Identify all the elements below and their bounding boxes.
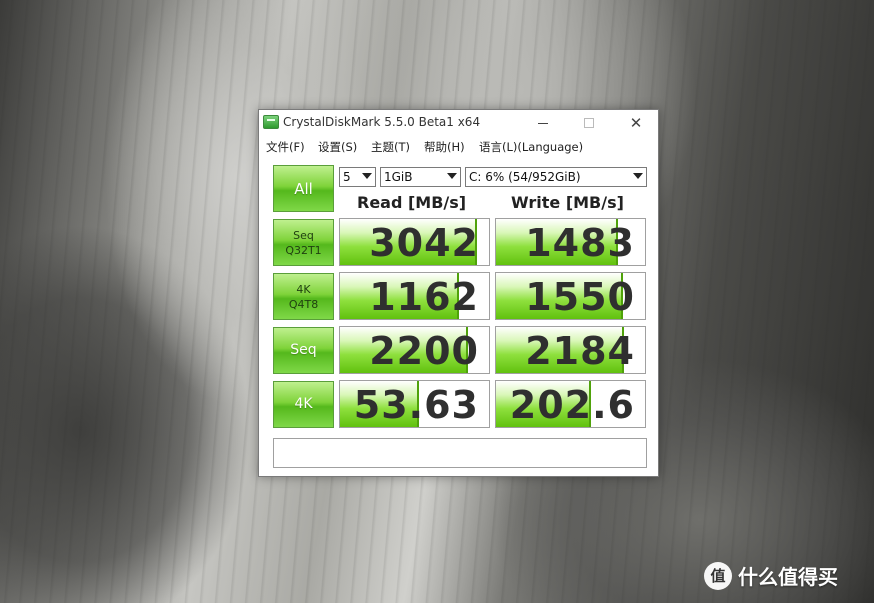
read-value: 3042	[369, 221, 479, 265]
close-button[interactable]: ✕	[613, 110, 659, 136]
chevron-down-icon	[362, 173, 372, 179]
test-count-value: 5	[343, 170, 351, 184]
watermark-badge-icon: 值	[704, 561, 732, 590]
read-column-header: Read [MB/s]	[357, 193, 467, 212]
read-value: 2200	[369, 329, 479, 373]
seq-q32t1-button[interactable]: Seq Q32T1	[273, 219, 334, 266]
menu-help[interactable]: 帮助(H)	[424, 139, 465, 155]
watermark: 值 什么值得买	[704, 561, 838, 590]
4k-q4t8-button[interactable]: 4K Q4T8	[273, 273, 334, 320]
test-size-value: 1GiB	[384, 170, 413, 184]
drive-select[interactable]: C: 6% (54/952GiB)	[465, 167, 647, 187]
maximize-icon	[584, 118, 594, 128]
write-value: 202.6	[509, 383, 635, 427]
test-label-line1: Seq	[290, 342, 317, 358]
menu-bar: 文件(F) 设置(S) 主题(T) 帮助(H) 语言(L)(Language)	[259, 136, 658, 156]
4k-q4t8-write-result: 1550	[495, 272, 646, 320]
comment-field[interactable]	[273, 438, 647, 468]
drive-value: C: 6% (54/952GiB)	[469, 170, 581, 184]
test-label-line2: Q32T1	[285, 243, 322, 257]
minimize-icon	[538, 122, 548, 124]
crystaldiskmark-window: CrystalDiskMark 5.5.0 Beta1 x64 ✕ 文件(F) …	[258, 109, 659, 477]
window-title: CrystalDiskMark 5.5.0 Beta1 x64	[283, 115, 481, 129]
4k-q4t8-read-result: 1162	[339, 272, 490, 320]
maximize-button[interactable]	[566, 110, 612, 136]
test-count-select[interactable]: 5	[339, 167, 376, 187]
read-value: 53.63	[353, 383, 479, 427]
test-size-select[interactable]: 1GiB	[380, 167, 461, 187]
app-icon	[263, 115, 279, 129]
all-button[interactable]: All	[273, 165, 334, 212]
menu-file[interactable]: 文件(F)	[266, 139, 305, 155]
write-value: 1483	[525, 221, 635, 265]
menu-settings[interactable]: 设置(S)	[318, 139, 357, 155]
seq-q32t1-write-result: 1483	[495, 218, 646, 266]
seq-read-result: 2200	[339, 326, 490, 374]
4k-read-result: 53.63	[339, 380, 490, 428]
seq-q32t1-read-result: 3042	[339, 218, 490, 266]
test-label-line1: 4K	[296, 282, 311, 296]
menu-language[interactable]: 语言(L)(Language)	[479, 139, 583, 155]
read-value: 1162	[369, 275, 479, 319]
write-column-header: Write [MB/s]	[511, 193, 624, 212]
minimize-button[interactable]	[520, 110, 566, 136]
test-label-line2: Q4T8	[288, 297, 319, 311]
write-value: 1550	[525, 275, 635, 319]
seq-write-result: 2184	[495, 326, 646, 374]
watermark-text: 什么值得买	[738, 565, 838, 589]
4k-write-result: 202.6	[495, 380, 646, 428]
chevron-down-icon	[633, 173, 643, 179]
test-label-line1: 4K	[294, 396, 313, 412]
4k-button[interactable]: 4K	[273, 381, 334, 428]
test-label-line1: Seq	[293, 228, 314, 242]
title-bar[interactable]: CrystalDiskMark 5.5.0 Beta1 x64 ✕	[259, 110, 658, 136]
close-icon: ✕	[629, 113, 643, 132]
write-value: 2184	[525, 329, 635, 373]
seq-button[interactable]: Seq	[273, 327, 334, 374]
menu-theme[interactable]: 主题(T)	[371, 139, 410, 155]
chevron-down-icon	[447, 173, 457, 179]
